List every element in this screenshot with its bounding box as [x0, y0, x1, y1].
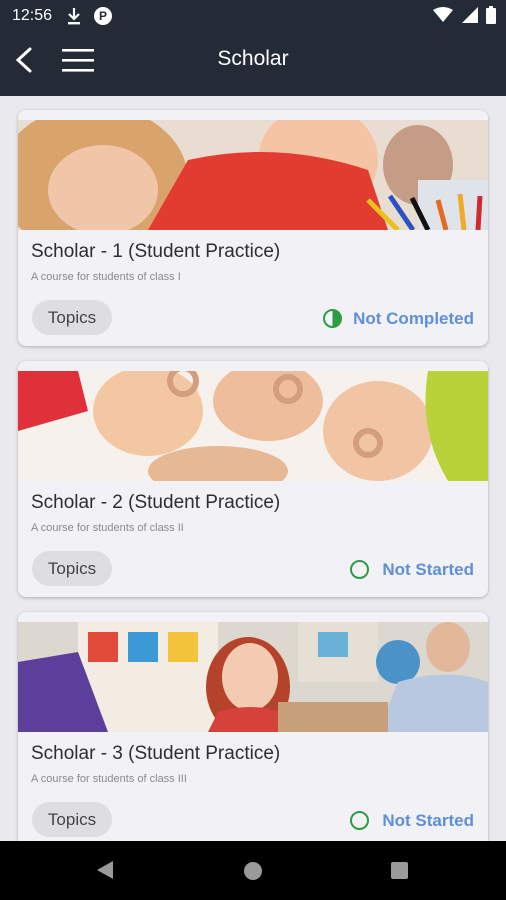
course-list: Scholar - 1 (Student Practice) A course … — [0, 96, 506, 841]
course-card[interactable]: Scholar - 2 (Student Practice) A course … — [18, 361, 488, 597]
empty-circle-status-icon — [350, 560, 369, 579]
download-icon — [68, 8, 80, 25]
topics-button[interactable]: Topics — [32, 802, 112, 837]
course-status: Not Started — [382, 811, 474, 830]
course-status: Not Completed — [353, 309, 474, 328]
wifi-icon — [433, 7, 454, 22]
course-image — [18, 120, 488, 230]
app-bar: Scholar — [0, 33, 506, 96]
status-bar: 12:56 P — [0, 0, 506, 33]
nav-home-icon[interactable] — [244, 862, 262, 880]
empty-circle-status-icon — [350, 811, 369, 830]
course-card[interactable]: Scholar - 1 (Student Practice) A course … — [18, 110, 488, 346]
course-status: Not Started — [382, 560, 474, 579]
course-image — [18, 622, 488, 732]
course-subtitle: A course for students of class I — [31, 271, 181, 283]
status-right-icons — [429, 6, 496, 24]
course-subtitle: A course for students of class II — [31, 522, 184, 534]
course-card[interactable]: Scholar - 3 (Student Practice) A course … — [18, 612, 488, 841]
half-circle-progress-icon — [323, 309, 342, 328]
nav-recents-icon[interactable] — [391, 862, 408, 879]
battery-icon — [486, 6, 496, 24]
course-title: Scholar - 3 (Student Practice) — [31, 743, 281, 764]
signal-icon — [461, 7, 478, 23]
page-title: Scholar — [217, 47, 289, 70]
nav-back-icon[interactable] — [96, 860, 114, 880]
app-notification-icon: P — [94, 7, 112, 25]
course-image — [18, 371, 488, 481]
course-title: Scholar - 2 (Student Practice) — [31, 492, 281, 513]
topics-button[interactable]: Topics — [32, 551, 112, 586]
topics-button[interactable]: Topics — [32, 300, 112, 335]
course-subtitle: A course for students of class III — [31, 773, 187, 785]
status-time: 12:56 — [12, 7, 53, 24]
course-title: Scholar - 1 (Student Practice) — [31, 241, 281, 262]
system-nav-bar — [0, 841, 506, 900]
